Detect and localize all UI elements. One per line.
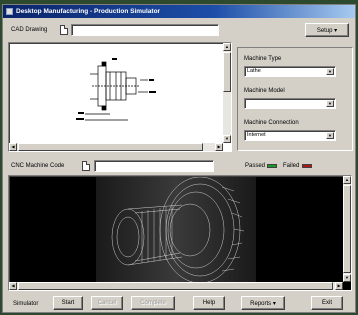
cnc-machine-code-label: CNC Machine Code: [11, 163, 65, 169]
machine-model-select[interactable]: ▼: [244, 98, 336, 109]
chevron-down-icon[interactable]: ▼: [326, 132, 334, 139]
simulator-label: Simulator: [13, 301, 39, 307]
scroll-left-icon[interactable]: ◀: [9, 143, 17, 151]
failed-label: Failed: [283, 163, 300, 169]
cad-drawing-image: [76, 58, 156, 121]
exit-button[interactable]: Exit: [311, 296, 343, 310]
view-horizontal-scrollbar[interactable]: ◀ ▶: [9, 282, 343, 290]
start-button[interactable]: Start: [53, 296, 83, 310]
cad-hscroll-thumb[interactable]: [18, 143, 203, 151]
complete-button[interactable]: Complete: [131, 296, 175, 310]
cad-drawing-label: CAD Drawing: [11, 27, 48, 33]
chevron-down-icon[interactable]: ▼: [326, 68, 334, 75]
passed-label: Passed: [245, 163, 266, 169]
cnc-document-icon[interactable]: [82, 161, 90, 171]
view-vertical-scrollbar[interactable]: ▲ ▼: [343, 176, 351, 282]
scroll-up-icon[interactable]: ▲: [223, 43, 231, 51]
machine-type-label: Machine Type: [244, 56, 282, 62]
machine-model-label: Machine Model: [244, 88, 285, 94]
machine-connection-select[interactable]: Internet ▼: [244, 130, 336, 141]
title-bar: Desktop Manufacturing - Production Simul…: [3, 5, 355, 18]
cad-vertical-scrollbar[interactable]: ▲ ▼: [223, 43, 231, 143]
cad-horizontal-scrollbar[interactable]: ◀ ▶: [9, 143, 223, 151]
view-hscroll-thumb[interactable]: [18, 282, 333, 290]
window-title: Desktop Manufacturing - Production Simul…: [16, 8, 161, 15]
help-button[interactable]: Help: [193, 296, 225, 310]
machine-connection-value: Internet: [247, 132, 266, 138]
scroll-left-icon[interactable]: ◀: [9, 282, 17, 290]
lathe-part-render: [96, 177, 256, 283]
failed-indicator: [302, 164, 312, 168]
passed-indicator: [267, 164, 277, 168]
chevron-down-icon[interactable]: ▼: [326, 100, 334, 107]
cad-vscroll-thumb[interactable]: [223, 52, 231, 92]
scroll-up-icon[interactable]: ▲: [343, 176, 351, 184]
machine-type-select[interactable]: Lathe ▼: [244, 66, 336, 77]
scroll-down-icon[interactable]: ▼: [223, 135, 231, 143]
scroll-right-icon[interactable]: ▶: [335, 282, 343, 290]
app-icon: [6, 8, 13, 15]
simulation-3d-view: ▲ ▼ ◀ ▶: [8, 175, 352, 291]
simulator-window: Desktop Manufacturing - Production Simul…: [2, 4, 356, 313]
setup-button[interactable]: Setup ▾: [305, 23, 349, 37]
scroll-right-icon[interactable]: ▶: [215, 143, 223, 151]
cancel-button[interactable]: Cancel: [91, 296, 123, 310]
reports-button[interactable]: Reports ▾: [241, 296, 285, 310]
cad-drawing-panel: ▲ ▼ ◀ ▶: [8, 42, 232, 152]
cad-document-icon[interactable]: [60, 25, 68, 35]
cad-drawing-path-field[interactable]: [71, 24, 219, 36]
scroll-down-icon[interactable]: ▼: [343, 274, 351, 282]
view-vscroll-thumb[interactable]: [343, 185, 351, 273]
cnc-code-path-field[interactable]: [94, 160, 214, 172]
machine-type-value: Lathe: [247, 68, 261, 74]
machine-connection-label: Machine Connection: [244, 120, 299, 126]
